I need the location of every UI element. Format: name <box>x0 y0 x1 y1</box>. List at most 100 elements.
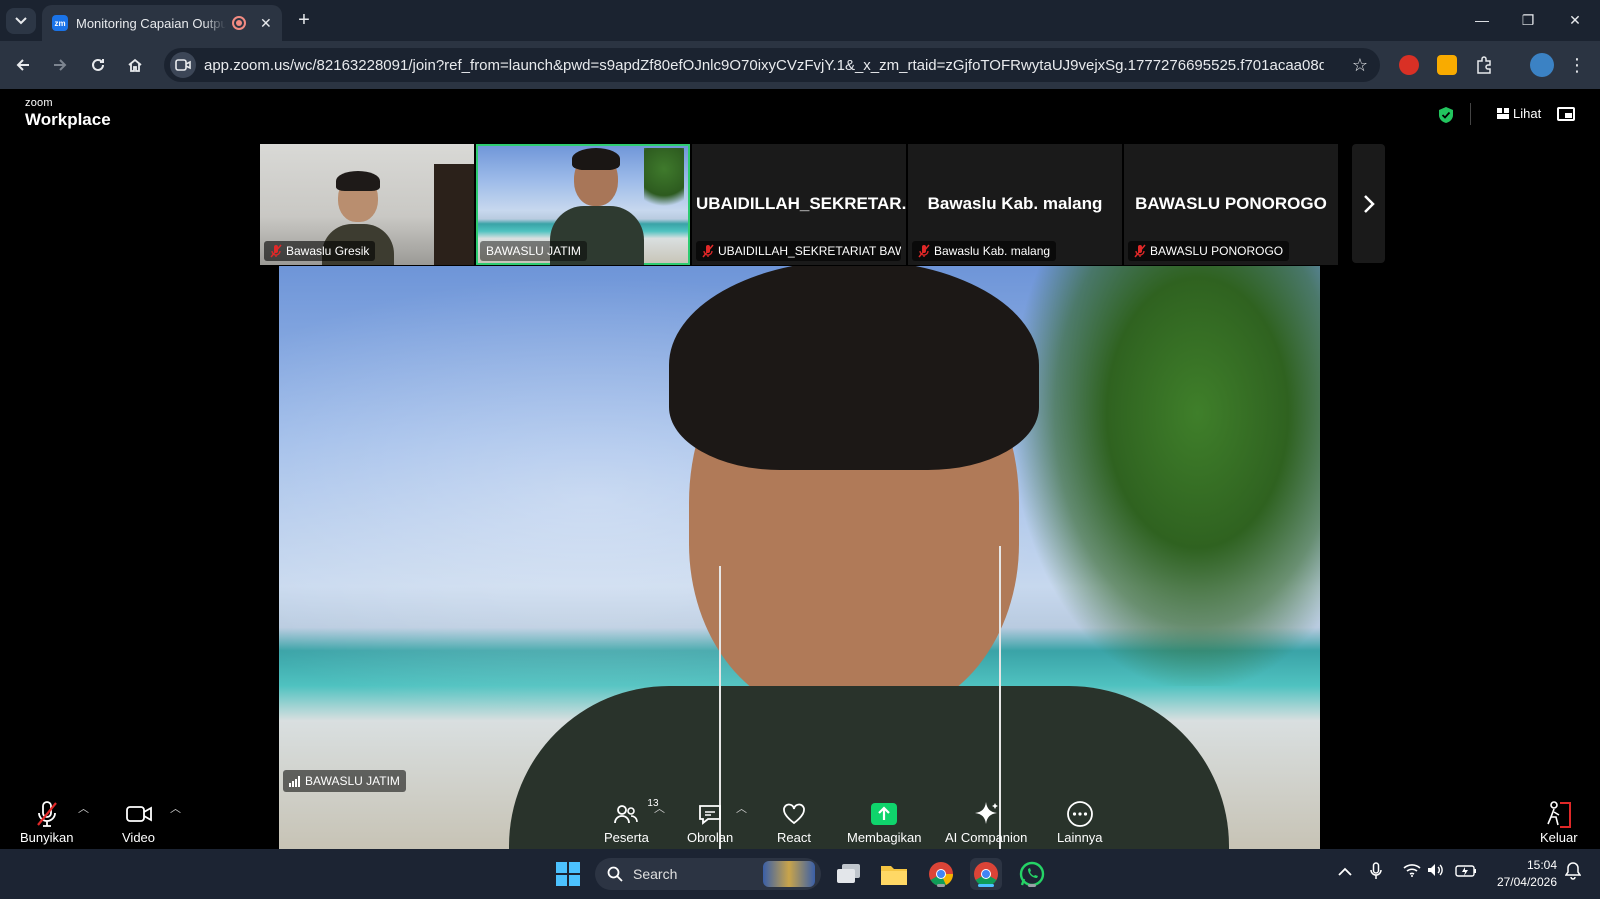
picture-in-picture-icon[interactable] <box>1557 107 1575 121</box>
tab-search-dropdown[interactable] <box>6 8 36 34</box>
profile-avatar[interactable] <box>1530 53 1554 77</box>
encryption-shield-icon[interactable] <box>1438 106 1454 124</box>
close-tab-icon[interactable]: ✕ <box>260 15 272 32</box>
leave-button[interactable]: Keluar <box>1540 798 1578 845</box>
participant-label: BAWASLU JATIM <box>480 241 587 261</box>
arrow-right-icon <box>54 59 67 71</box>
extension-red-icon[interactable] <box>1399 55 1419 75</box>
extensions-puzzle-icon[interactable] <box>1474 55 1494 75</box>
participant-name: Bawaslu Gresik <box>286 244 370 258</box>
participant-name: Bawaslu Kab. malang <box>934 244 1051 258</box>
network-signal-icon <box>289 775 300 787</box>
volume-tray-icon[interactable] <box>1427 863 1445 880</box>
more-dots-icon <box>1066 801 1093 827</box>
whatsapp-button[interactable] <box>1016 858 1048 890</box>
video-options-caret[interactable]: ︿ <box>170 800 181 816</box>
zoom-header: zoom Workplace Lihat <box>0 89 1600 141</box>
puzzle-icon <box>1477 56 1491 74</box>
zoom-workplace-logo: Workplace <box>25 110 111 129</box>
wifi-tray-icon[interactable] <box>1403 863 1421 880</box>
battery-tray-icon[interactable] <box>1455 864 1477 880</box>
react-label: React <box>777 830 811 845</box>
audio-options-caret[interactable]: ︿ <box>78 800 89 816</box>
notifications-button[interactable] <box>1564 862 1582 883</box>
battery-charging-icon <box>1455 865 1476 877</box>
ai-companion-button[interactable]: AI Companion <box>945 798 1027 845</box>
show-hidden-icons-button[interactable] <box>1338 864 1352 880</box>
share-screen-button[interactable]: Membagikan <box>847 798 921 845</box>
palm-tree-image <box>644 148 684 218</box>
chat-options-caret[interactable]: ︿ <box>736 800 747 816</box>
search-highlight-image <box>763 861 815 887</box>
bell-icon <box>1564 862 1582 880</box>
muted-mic-icon <box>918 244 930 258</box>
muted-mic-icon <box>1134 244 1146 258</box>
task-view-button[interactable] <box>833 858 865 890</box>
windows-logo-icon <box>556 862 580 886</box>
browser-menu-icon[interactable]: ⋮ <box>1567 55 1587 75</box>
task-view-icon <box>837 864 860 883</box>
tab-title: Monitoring Capaian Output <box>76 15 226 31</box>
leave-label: Keluar <box>1540 830 1578 845</box>
bookmark-star-icon[interactable]: ☆ <box>1352 55 1368 76</box>
running-indicator <box>1028 884 1036 887</box>
running-indicator <box>937 884 945 887</box>
browser-tab-strip: zm Monitoring Capaian Output ✕ + — ❐ ✕ <box>0 0 1600 41</box>
minimize-button[interactable]: — <box>1462 8 1502 32</box>
home-button[interactable] <box>123 53 147 77</box>
share-screen-icon <box>871 803 898 825</box>
participant-tile[interactable]: Bawaslu Kab. malang Bawaslu Kab. malang <box>908 144 1122 265</box>
chevron-down-icon <box>15 17 27 25</box>
video-button[interactable]: Video <box>122 798 155 845</box>
header-divider <box>1470 103 1471 125</box>
microphone-tray-icon[interactable] <box>1370 862 1382 883</box>
wifi-icon <box>1403 864 1421 877</box>
file-explorer-button[interactable] <box>878 858 910 890</box>
participants-label: Peserta <box>604 830 649 845</box>
new-tab-button[interactable]: + <box>292 9 316 33</box>
unmute-button[interactable]: Bunyikan <box>20 798 73 845</box>
main-speaker-name: BAWASLU JATIM <box>305 774 400 788</box>
view-button[interactable]: Lihat <box>1497 106 1541 121</box>
system-clock[interactable]: 15:04 27/04/2026 <box>1487 857 1557 891</box>
more-button[interactable]: Lainnya <box>1057 798 1103 845</box>
leave-door-icon <box>1547 801 1571 828</box>
participant-label: BAWASLU PONOROGO <box>1128 241 1290 261</box>
chrome-profile-2-button[interactable] <box>970 858 1002 890</box>
arrow-left-icon <box>16 59 29 71</box>
recording-indicator-icon <box>232 16 246 30</box>
site-info-icon[interactable] <box>170 52 196 78</box>
participants-button[interactable]: 13 Peserta <box>604 798 659 845</box>
start-button[interactable] <box>552 858 584 890</box>
react-button[interactable]: React <box>777 798 811 845</box>
close-window-button[interactable]: ✕ <box>1555 8 1595 32</box>
participant-tile[interactable]: Bawaslu Gresik <box>260 144 474 265</box>
browser-toolbar: app.zoom.us/wc/82163228091/join?ref_from… <box>0 41 1600 89</box>
view-label: Lihat <box>1513 106 1542 121</box>
sparkle-icon <box>975 802 999 824</box>
participants-options-caret[interactable]: ︿ <box>654 800 665 816</box>
reload-button[interactable] <box>86 53 110 77</box>
muted-mic-icon <box>270 244 282 258</box>
speaker-person <box>509 266 1229 849</box>
chat-button[interactable]: Obrolan <box>687 798 733 845</box>
participant-label: UBAIDILLAH_SEKRETARIAT BAW... <box>696 241 901 261</box>
browser-tab-active[interactable]: zm Monitoring Capaian Output ✕ <box>42 5 282 41</box>
participant-tile-active-speaker[interactable]: BAWASLU JATIM <box>476 144 690 265</box>
taskbar-search[interactable]: Search <box>595 858 821 890</box>
restore-button[interactable]: ❐ <box>1508 8 1548 32</box>
folder-icon <box>881 866 907 885</box>
search-label: Search <box>633 866 678 882</box>
chrome-profile-1-button[interactable] <box>925 858 957 890</box>
back-button[interactable] <box>11 53 35 77</box>
forward-button[interactable] <box>48 53 72 77</box>
participant-tile[interactable]: BAWASLU PONOROGO BAWASLU PONOROGO <box>1124 144 1338 265</box>
extension-yellow-icon[interactable] <box>1437 55 1457 75</box>
participant-tile[interactable]: UBAIDILLAH_SEKRETAR... UBAIDILLAH_SEKRET… <box>692 144 906 265</box>
address-bar[interactable]: app.zoom.us/wc/82163228091/join?ref_from… <box>164 48 1380 82</box>
participant-display-name: Bawaslu Kab. malang <box>927 194 1103 213</box>
heart-icon <box>783 803 805 825</box>
participant-name: BAWASLU JATIM <box>486 244 581 258</box>
chat-label: Obrolan <box>687 830 734 845</box>
next-page-button[interactable] <box>1352 144 1385 263</box>
